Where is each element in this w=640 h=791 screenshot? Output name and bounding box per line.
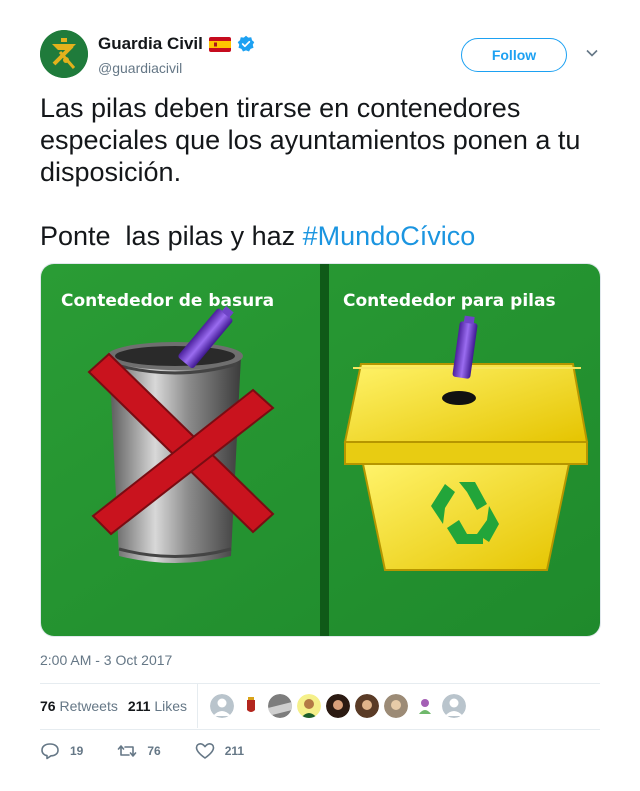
tweet-header: Guardia Civil @guardiacivil Follow <box>40 30 600 80</box>
spain-flag-icon <box>208 36 231 52</box>
liker-avatar[interactable] <box>297 694 321 718</box>
liker-avatar[interactable] <box>268 694 292 718</box>
retweet-count: 76 <box>147 744 161 758</box>
likes-label: Likes <box>154 698 187 714</box>
tweet-timestamp[interactable]: 2:00 AM - 3 Oct 2017 <box>40 652 172 668</box>
likes-count: 211 <box>127 698 151 714</box>
account-handle[interactable]: @guardiacivil <box>98 60 182 76</box>
battery-disposal-illustration: Contededor de basura Contededor para pil… <box>41 264 600 636</box>
liker-avatars <box>210 694 466 718</box>
liker-avatar[interactable] <box>355 694 379 718</box>
hashtag-link[interactable]: #MundoCívico <box>303 221 476 251</box>
liker-avatar[interactable] <box>442 694 466 718</box>
engagement-stats: 76 Retweets 211 Likes <box>40 684 600 728</box>
reply-icon <box>41 743 59 760</box>
tweet-text: Las pilas deben tirarse en contenedores … <box>40 92 605 252</box>
guardia-civil-emblem-icon <box>40 30 88 78</box>
left-panel-title: Contededor de basura <box>61 291 274 311</box>
retweets-label: Retweets <box>59 698 118 714</box>
stats-separator <box>197 684 198 728</box>
account-avatar[interactable] <box>40 30 88 78</box>
display-name[interactable]: Guardia Civil <box>98 34 203 54</box>
follow-button[interactable]: Follow <box>461 38 567 72</box>
divider <box>40 729 600 730</box>
tweet-text-line: Las pilas deben tirarse en contenedores … <box>40 93 581 187</box>
likes-stat[interactable]: 211 Likes <box>128 698 187 714</box>
tweet-media-image[interactable]: Contededor de basura Contededor para pil… <box>40 263 601 637</box>
tweet-text-line: Ponte las pilas y haz #MundoCívico <box>40 220 605 252</box>
right-panel-title: Contededor para pilas <box>343 291 556 311</box>
liker-avatar[interactable] <box>413 694 437 718</box>
reply-count: 19 <box>70 744 84 758</box>
reply-button[interactable]: 19 <box>40 742 83 760</box>
liker-avatar[interactable] <box>239 694 263 718</box>
like-button[interactable]: 211 <box>195 742 244 760</box>
tweet-actions: 19 76 211 <box>40 740 278 762</box>
liker-avatar[interactable] <box>326 694 350 718</box>
account-name-row: Guardia Civil <box>98 34 255 54</box>
chevron-down-icon[interactable] <box>585 46 599 60</box>
tweet-text-prefix: Ponte las pilas y haz <box>40 221 303 251</box>
heart-icon <box>195 743 215 759</box>
retweets-stat[interactable]: 76 Retweets <box>40 698 118 714</box>
retweet-icon <box>118 745 137 757</box>
retweet-button[interactable]: 76 <box>117 742 161 760</box>
like-count: 211 <box>224 744 245 758</box>
verified-badge-icon <box>237 35 255 53</box>
liker-avatar[interactable] <box>384 694 408 718</box>
retweets-count: 76 <box>40 698 56 714</box>
liker-avatar[interactable] <box>210 694 234 718</box>
